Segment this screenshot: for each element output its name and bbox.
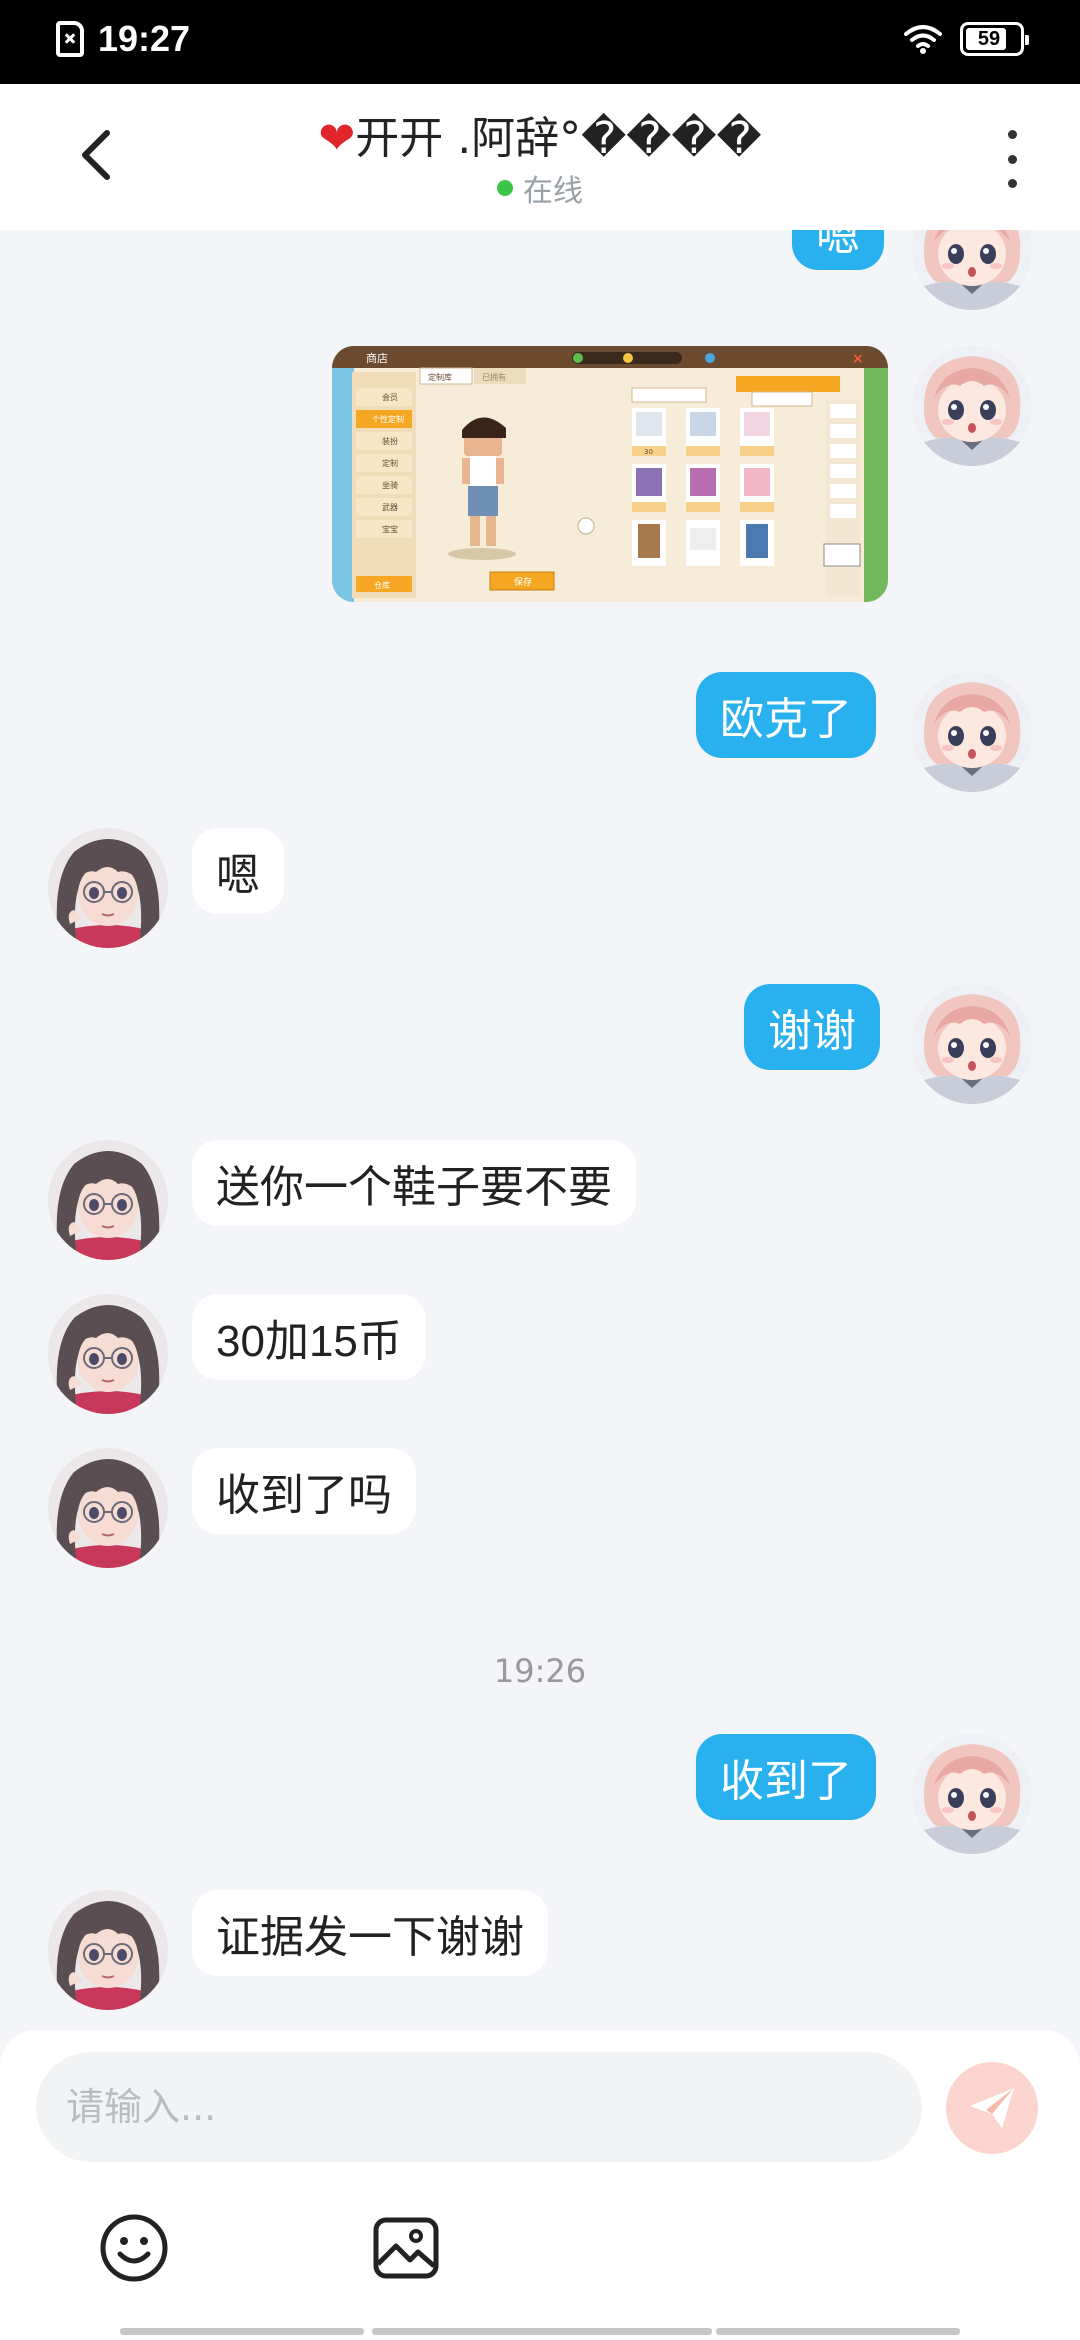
contact-avatar[interactable] bbox=[48, 1140, 168, 1260]
item-price: 30 bbox=[644, 448, 653, 456]
more-options-button[interactable] bbox=[992, 124, 1032, 194]
my-avatar[interactable] bbox=[912, 346, 1032, 466]
menu-item: 定制 bbox=[382, 458, 398, 468]
contact-avatar[interactable] bbox=[48, 1294, 168, 1414]
menu-item: 个性定制 bbox=[372, 414, 404, 424]
message-bubble-theirs[interactable]: 收到了吗 bbox=[192, 1448, 416, 1534]
menu-item: 宝宝 bbox=[382, 524, 398, 534]
message-bubble-mine[interactable]: 欧克了 bbox=[696, 672, 876, 758]
tab-owned: 已拥有 bbox=[482, 372, 506, 382]
menu-item: 坐骑 bbox=[382, 480, 398, 490]
battery-icon: 59 bbox=[960, 22, 1029, 56]
message-bubble-mine[interactable]: 收到了 bbox=[696, 1734, 876, 1820]
message-bubble-theirs[interactable]: 30加15币 bbox=[192, 1294, 426, 1380]
message-timestamp: 19:26 bbox=[493, 1652, 587, 1690]
my-avatar[interactable] bbox=[912, 672, 1032, 792]
svg-text:×: × bbox=[852, 351, 864, 367]
smiley-icon bbox=[100, 2214, 168, 2282]
composer bbox=[0, 2030, 1080, 2340]
contact-avatar[interactable] bbox=[48, 1448, 168, 1568]
online-dot-icon bbox=[497, 180, 513, 196]
message-image[interactable]: 商店 × 会员 个性定制 装扮 定制 坐骑 武器 宝宝 仓库 定制库 已拥有 保… bbox=[332, 346, 888, 602]
more-vertical-icon bbox=[1007, 130, 1017, 139]
status-time: 19:27 bbox=[98, 18, 191, 59]
tab-custom: 定制库 bbox=[428, 372, 452, 382]
chat-header: ❤开开 .阿辞°���� 在线 bbox=[0, 84, 1080, 230]
my-avatar[interactable] bbox=[912, 1734, 1032, 1854]
wifi-icon bbox=[904, 25, 942, 54]
no-sim-icon bbox=[56, 21, 84, 57]
message-bubble-mine[interactable]: 嗯 bbox=[792, 230, 884, 270]
menu-item: 武器 bbox=[382, 502, 398, 512]
online-status-text: 在线 bbox=[523, 174, 583, 209]
my-avatar[interactable] bbox=[912, 230, 1032, 310]
send-button[interactable] bbox=[946, 2062, 1038, 2154]
image-icon bbox=[373, 2217, 439, 2279]
message-bubble-theirs[interactable]: 送你一个鞋子要不要 bbox=[192, 1140, 636, 1226]
game-shop-screenshot: 商店 × 会员 个性定制 装扮 定制 坐骑 武器 宝宝 仓库 定制库 已拥有 保… bbox=[332, 346, 888, 602]
message-input[interactable] bbox=[36, 2052, 922, 2162]
message-bubble-theirs[interactable]: 嗯 bbox=[192, 828, 284, 914]
menu-item: 仓库 bbox=[374, 580, 390, 590]
chat-title: ❤开开 .阿辞°���� bbox=[0, 102, 1080, 166]
message-bubble-theirs[interactable]: 证据发一下谢谢 bbox=[192, 1890, 548, 1976]
message-bubble-mine[interactable]: 谢谢 bbox=[744, 984, 880, 1070]
status-bar: 19:27 59 bbox=[0, 0, 1080, 84]
online-status: 在线 bbox=[0, 166, 1080, 210]
menu-item: 会员 bbox=[382, 392, 398, 402]
emoji-button[interactable] bbox=[98, 2212, 170, 2284]
battery-level: 59 bbox=[977, 27, 1001, 50]
image-picker-button[interactable] bbox=[370, 2212, 442, 2284]
contact-avatar[interactable] bbox=[48, 1890, 168, 2010]
contact-name: 开开 .阿辞°���� bbox=[355, 113, 762, 164]
shop-title: 商店 bbox=[366, 351, 388, 365]
message-list[interactable]: 嗯 商店 × 会员 个性定制 装扮 定制 坐骑 武器 宝宝 仓库 定制库 已拥有… bbox=[0, 230, 1080, 2030]
save-label: 保存 bbox=[514, 576, 532, 588]
send-icon bbox=[970, 2088, 1014, 2128]
menu-item: 装扮 bbox=[382, 436, 398, 446]
contact-avatar[interactable] bbox=[48, 828, 168, 948]
my-avatar[interactable] bbox=[912, 984, 1032, 1104]
heart-icon: ❤ bbox=[318, 113, 356, 164]
gesture-bar bbox=[0, 2328, 1080, 2336]
